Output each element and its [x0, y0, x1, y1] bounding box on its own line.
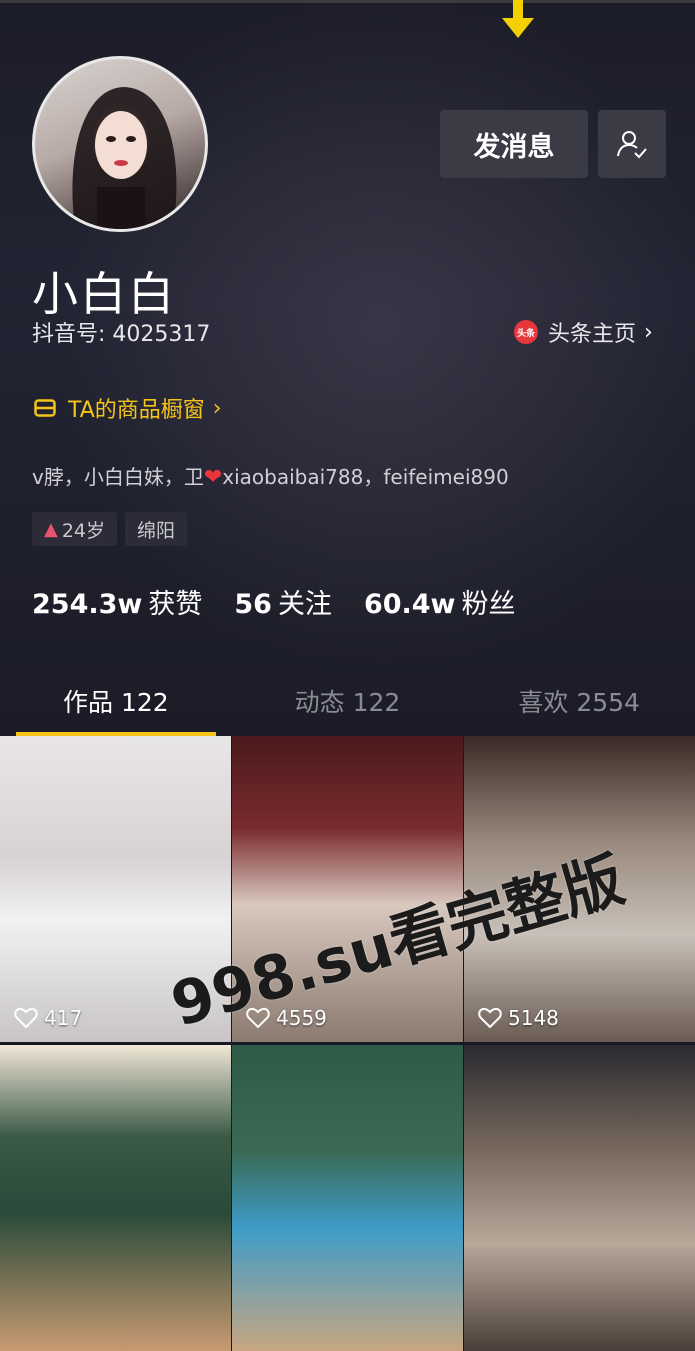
toutiao-logo-icon: 头条 [514, 320, 538, 344]
avatar[interactable] [32, 56, 208, 232]
avatar-photo-icon [72, 87, 177, 229]
stat-label: 粉丝 [461, 589, 516, 620]
heart-icon: ❤ [203, 465, 223, 490]
profile-name: 小白白 [32, 267, 176, 321]
video-likes: 5148 [478, 1006, 559, 1030]
chevron-right-icon: › [644, 319, 653, 345]
chevron-right-icon: › [212, 395, 222, 421]
top-status-strip [0, 0, 695, 3]
tab-dynamics[interactable]: 动态 122 [232, 666, 464, 736]
profile-tabs: 作品 122 动态 122 喜欢 2554 [0, 666, 695, 736]
user-check-icon [617, 131, 647, 159]
profile-stats: 254.3w 获赞 56 关注 60.4w 粉丝 [32, 582, 548, 621]
city-label: 绵阳 [137, 519, 176, 542]
likes-count: 417 [44, 1006, 83, 1030]
follow-button[interactable] [598, 110, 666, 178]
city-tag: 绵阳 [125, 512, 188, 546]
toutiao-label: 头条主页 [548, 322, 637, 347]
female-icon: ▲ [44, 518, 58, 540]
send-message-button[interactable]: 发消息 [440, 110, 588, 178]
likes-count: 5148 [508, 1006, 559, 1030]
bio-text: xiaobaibai788，feifeimei890 [222, 465, 509, 489]
arrow-down-icon [502, 0, 534, 38]
following-stat[interactable]: 56 关注 [234, 582, 332, 621]
video-thumbnail[interactable] [0, 1045, 231, 1351]
stat-value: 56 [234, 589, 272, 620]
douyin-id: 抖音号: 4025317 [32, 322, 211, 347]
stat-label: 关注 [277, 589, 332, 620]
stat-label: 获赞 [148, 589, 203, 620]
followers-stat[interactable]: 60.4w 粉丝 [364, 582, 516, 621]
likes-stat[interactable]: 254.3w 获赞 [32, 582, 202, 621]
stat-value: 60.4w [363, 589, 456, 620]
video-thumbnail[interactable] [232, 1045, 463, 1351]
age-label: 24岁 [61, 519, 106, 542]
video-thumbnail[interactable] [464, 1045, 695, 1351]
profile-tags: ▲ 24岁 绵阳 [32, 512, 188, 546]
heart-outline-icon [478, 1007, 502, 1029]
tab-likes[interactable]: 喜欢 2554 [463, 666, 695, 736]
toutiao-homepage-link[interactable]: 头条 头条主页 › [514, 316, 653, 348]
profile-bio: v脖，小白白妹，卫❤xiaobaibai788，feifeimei890 [32, 461, 509, 490]
video-likes: 417 [14, 1006, 82, 1030]
age-tag: ▲ 24岁 [32, 512, 118, 546]
tab-works[interactable]: 作品 122 [0, 666, 232, 736]
shop-label: TA的商品橱窗 [68, 398, 205, 423]
heart-outline-icon [14, 1007, 38, 1029]
stat-value: 254.3w [32, 589, 143, 620]
video-grid: 417 4559 5148 [0, 736, 695, 1351]
shop-icon [34, 399, 56, 417]
bio-text: v脖，小白白妹，卫 [32, 465, 204, 489]
product-showcase-link[interactable]: TA的商品橱窗 › [34, 392, 222, 424]
